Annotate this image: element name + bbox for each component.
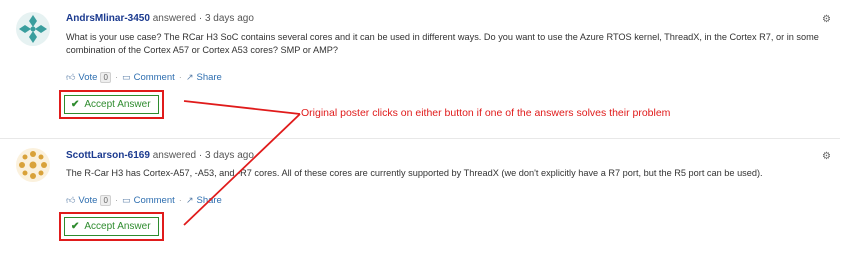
annotation-text: Original poster clicks on either button … [301, 107, 671, 119]
annotation-arrows [183, 100, 301, 226]
annotation-line-bottom [183, 113, 301, 226]
annotation-line-top [183, 100, 301, 115]
